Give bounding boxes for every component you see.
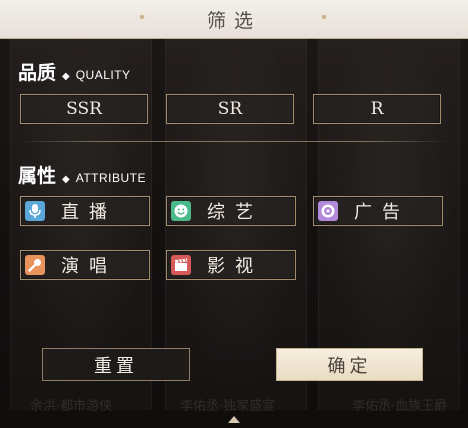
- attribute-option-singing[interactable]: 演唱: [20, 250, 150, 280]
- quality-title-zh: 品质: [18, 62, 57, 84]
- attribute-option-advertising[interactable]: 广告: [313, 196, 443, 226]
- attribute-option-livestream[interactable]: 直播: [20, 196, 150, 226]
- option-label: 演唱: [61, 256, 117, 277]
- microphone-icon: [25, 201, 45, 221]
- attribute-option-variety[interactable]: 综艺: [166, 196, 296, 226]
- attribute-title-en: ATTRIBUTE: [75, 171, 146, 185]
- option-label: SR: [217, 99, 243, 119]
- sparkle-icon: [140, 15, 144, 19]
- option-label: 广告: [354, 202, 410, 223]
- reset-button[interactable]: 重置: [42, 348, 190, 381]
- quality-option-r[interactable]: R: [313, 94, 441, 124]
- quality-option-sr[interactable]: SR: [166, 94, 294, 124]
- confirm-button[interactable]: 确定: [276, 348, 423, 381]
- section-divider: [18, 141, 450, 142]
- option-label: SSR: [66, 99, 102, 119]
- attribute-section-title: 属性 ◆ ATTRIBUTE: [18, 161, 146, 188]
- attribute-title-zh: 属性: [18, 165, 57, 187]
- chevron-up-icon[interactable]: [228, 416, 240, 423]
- record-icon: [318, 201, 338, 221]
- sparkle-icon: [322, 15, 326, 19]
- quality-option-ssr[interactable]: SSR: [20, 94, 148, 124]
- bullet-dot-icon: ◆: [62, 71, 70, 82]
- smile-icon: [171, 201, 191, 221]
- quality-title-en: QUALITY: [75, 68, 131, 82]
- option-label: R: [370, 99, 384, 119]
- dialog-title: 筛选: [206, 9, 261, 32]
- filter-screen: 余洪·都市游侠 李佑丞·独家盛宴 李佑丞·血族王爵 筛选 品质 ◆ QUALIT…: [0, 0, 468, 428]
- clapperboard-icon: [171, 255, 191, 275]
- attribute-option-film-tv[interactable]: 影视: [166, 250, 296, 280]
- dialog-title-bar: 筛选: [0, 0, 468, 39]
- bullet-dot-icon: ◆: [62, 174, 70, 185]
- option-label: 影视: [207, 256, 263, 277]
- option-label: 直播: [61, 202, 117, 223]
- singing-mic-icon: [25, 255, 45, 275]
- quality-section-title: 品质 ◆ QUALITY: [18, 58, 131, 85]
- option-label: 综艺: [207, 202, 263, 223]
